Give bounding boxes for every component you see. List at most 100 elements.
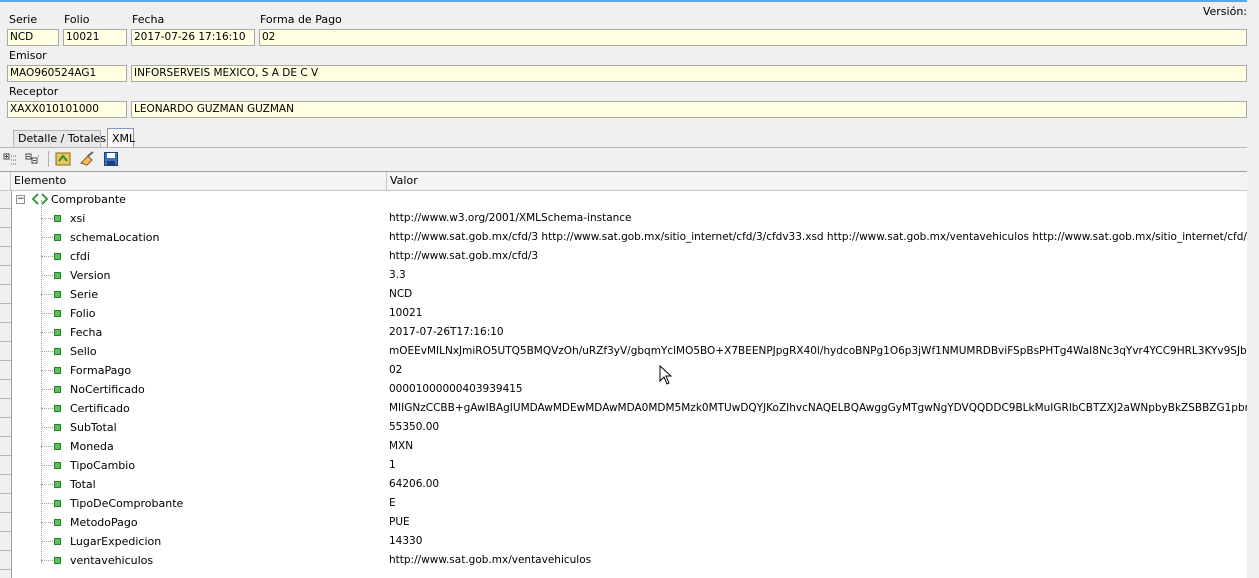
table-row[interactable]: LugarExpedicion 14330	[0, 532, 1247, 551]
column-header-elemento[interactable]: Elemento	[11, 172, 387, 190]
table-row[interactable]: MetodoPago PUE	[0, 513, 1247, 532]
table-row[interactable]: Certificado MIIGNzCCBB+gAwIBAgIUMDAwMDEwM…	[0, 399, 1247, 418]
element-value: PUE	[389, 516, 410, 528]
element-name: FormaPago	[70, 364, 132, 377]
table-row[interactable]: Serie NCD	[0, 285, 1247, 304]
table-row[interactable]: xsi http://www.w3.org/2001/XMLSchema-inst…	[0, 209, 1247, 228]
column-header-valor[interactable]: Valor	[387, 172, 1247, 190]
tree-branch-line	[41, 465, 53, 466]
serie-field[interactable]: NCD	[7, 29, 59, 46]
clear-icon[interactable]	[78, 150, 96, 168]
forma-pago-label: Forma de Pago	[260, 13, 342, 26]
element-value: 64206.00	[389, 478, 440, 490]
table-row[interactable]: Sello mOEEvMILNxJmiRO5UTQ5BMQVzOh/uRZf3yV…	[0, 342, 1247, 361]
attribute-leaf-icon	[54, 500, 61, 507]
row-indicator	[0, 551, 11, 570]
element-name: SubTotal	[70, 421, 117, 434]
row-indicator	[0, 285, 11, 304]
row-indicator	[0, 342, 11, 361]
element-name: TipoDeComprobante	[70, 497, 184, 510]
version-label: Versión:	[1202, 5, 1247, 18]
element-name: NoCertificado	[70, 383, 145, 396]
tree-branch-line	[41, 313, 53, 314]
element-value: http://www.w3.org/2001/XMLSchema-instanc…	[389, 212, 632, 224]
element-value: 00001000000403939415	[389, 383, 523, 395]
receptor-nombre-field[interactable]: LEONARDO GUZMAN GUZMAN	[131, 101, 1247, 118]
row-indicator	[0, 190, 11, 209]
element-value: E	[389, 497, 396, 509]
table-row[interactable]: TipoDeComprobante E	[0, 494, 1247, 513]
element-name: Version	[70, 269, 111, 282]
table-row[interactable]: Version 3.3	[0, 266, 1247, 285]
tree-branch-line	[41, 332, 53, 333]
table-row[interactable]: Moneda MXN	[0, 437, 1247, 456]
table-row[interactable]: FormaPago 02	[0, 361, 1247, 380]
attribute-leaf-icon	[54, 310, 61, 317]
element-value: NCD	[389, 288, 413, 300]
table-row[interactable]: Fecha 2017-07-26T17:16:10	[0, 323, 1247, 342]
save-icon[interactable]	[102, 150, 120, 168]
element-value: http://www.sat.gob.mx/cfd/3 http://www.s…	[389, 231, 1247, 243]
table-row[interactable]: Total 64206.00	[0, 475, 1247, 494]
table-row[interactable]: Folio 10021	[0, 304, 1247, 323]
element-value: MIIGNzCCBB+gAwIBAgIUMDAwMDEwMDAwMDA0MDM5…	[389, 402, 1247, 414]
attribute-leaf-icon	[54, 538, 61, 545]
element-value: MXN	[389, 440, 414, 452]
element-name: xsi	[70, 212, 86, 225]
receptor-rfc-field[interactable]: XAXX010101000	[7, 101, 127, 118]
expand-all-icon[interactable]	[2, 150, 20, 168]
forma-pago-field[interactable]: 02	[259, 29, 1247, 46]
tree-branch-line	[41, 522, 53, 523]
element-name: Sello	[70, 345, 97, 358]
element-value: 3.3	[389, 269, 406, 281]
attribute-leaf-icon	[54, 253, 61, 260]
emisor-rfc-field[interactable]: MAO960524AG1	[7, 65, 127, 82]
table-row[interactable]: TipoCambio 1	[0, 456, 1247, 475]
table-row[interactable]: schemaLocation http://www.sat.gob.mx/cfd/…	[0, 228, 1247, 247]
element-name: Fecha	[70, 326, 103, 339]
fecha-field[interactable]: 2017-07-26 17:16:10	[131, 29, 255, 46]
row-indicator	[0, 323, 11, 342]
right-edge-panel	[1247, 0, 1259, 577]
tree-root-row[interactable]: − Comprobante	[0, 190, 1247, 209]
tree-branch-line	[41, 427, 53, 428]
tab-detalle-totales[interactable]: Detalle / Totales	[13, 130, 106, 148]
attribute-leaf-icon	[54, 519, 61, 526]
element-name: ventavehiculos	[70, 554, 154, 567]
refresh-icon[interactable]	[54, 150, 72, 168]
attribute-leaf-icon	[54, 234, 61, 241]
tree-branch-line	[41, 541, 53, 542]
grid-header-indicator	[0, 172, 11, 190]
table-row[interactable]: NoCertificado 00001000000403939415	[0, 380, 1247, 399]
attribute-leaf-icon	[54, 291, 61, 298]
element-name: Certificado	[70, 402, 130, 415]
attribute-leaf-icon	[54, 443, 61, 450]
element-name: Serie	[70, 288, 99, 301]
attribute-leaf-icon	[54, 348, 61, 355]
element-value: 1	[389, 459, 396, 471]
element-value: 2017-07-26T17:16:10	[389, 326, 504, 338]
table-row[interactable]: cfdi http://www.sat.gob.mx/cfd/3	[0, 247, 1247, 266]
tree-branch-line	[41, 389, 53, 390]
table-row[interactable]: SubTotal 55350.00	[0, 418, 1247, 437]
element-name: cfdi	[70, 250, 90, 263]
receptor-label: Receptor	[9, 85, 59, 98]
row-indicator	[0, 266, 11, 285]
row-indicator	[0, 380, 11, 399]
tree-branch-line	[41, 275, 53, 276]
attribute-leaf-icon	[54, 481, 61, 488]
table-row[interactable]: ventavehiculos http://www.sat.gob.mx/vent…	[0, 551, 1247, 570]
xml-tree-grid[interactable]: Elemento Valor − Comprobante xsi http://w…	[0, 171, 1247, 578]
tab-xml[interactable]: XML	[107, 128, 135, 148]
emisor-nombre-field[interactable]: INFORSERVEIS MEXICO, S A DE C V	[131, 65, 1247, 82]
folio-field[interactable]: 10021	[63, 29, 127, 46]
collapse-all-icon[interactable]	[24, 150, 42, 168]
element-name: TipoCambio	[70, 459, 136, 472]
row-indicator	[0, 361, 11, 380]
collapse-toggle-icon[interactable]: −	[16, 195, 25, 204]
tree-branch-line	[41, 256, 53, 257]
attribute-leaf-icon	[54, 557, 61, 564]
element-value: 10021	[389, 307, 423, 319]
tree-branch-line	[41, 408, 53, 409]
mouse-cursor-icon	[659, 364, 673, 388]
